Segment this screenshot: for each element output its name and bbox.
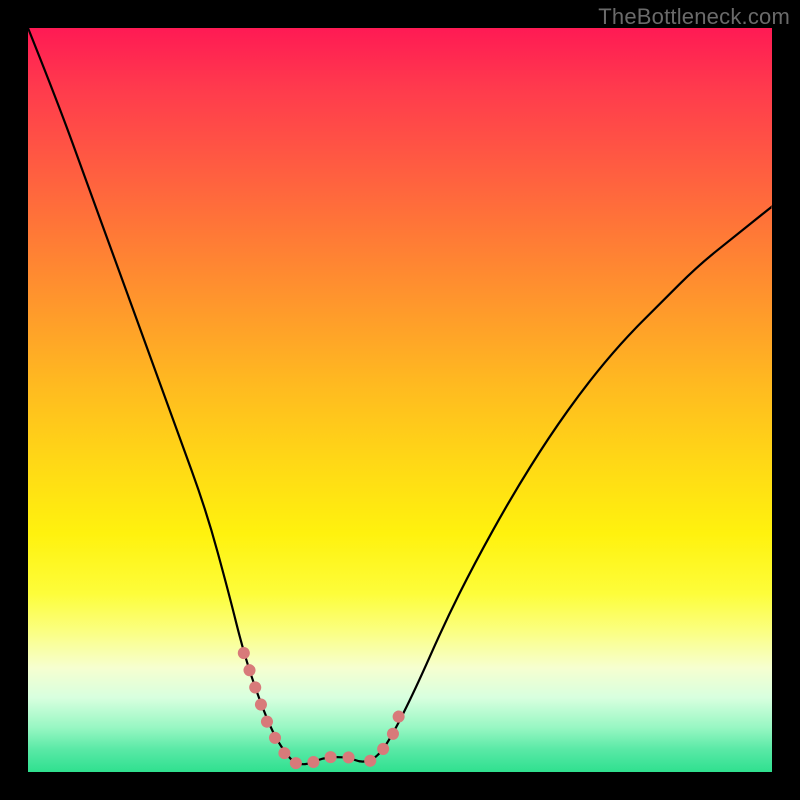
bottleneck-curve: [28, 28, 772, 764]
left-descent-dots: [244, 653, 289, 757]
highlight-dots-group: [244, 653, 400, 765]
watermark-text: TheBottleneck.com: [598, 4, 790, 30]
plot-area: [28, 28, 772, 772]
right-ascent-dots: [370, 713, 400, 761]
chart-overlay-svg: [28, 28, 772, 772]
chart-frame: TheBottleneck.com: [0, 0, 800, 800]
